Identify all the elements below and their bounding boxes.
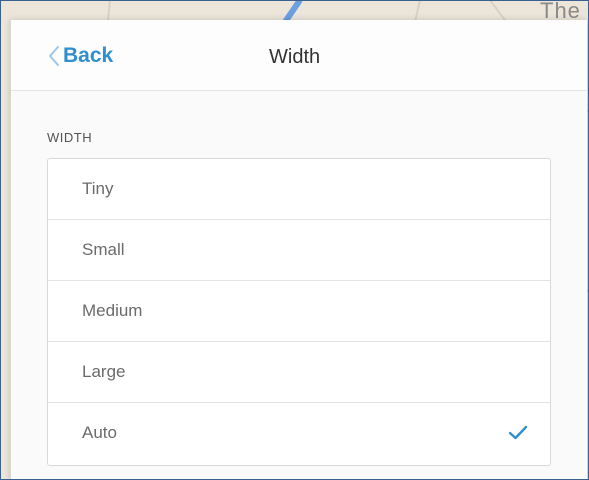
option-label: Small xyxy=(82,240,125,259)
chevron-left-icon xyxy=(49,46,59,66)
check-icon xyxy=(508,425,528,440)
option-medium[interactable]: Medium xyxy=(48,281,550,342)
option-large[interactable]: Large xyxy=(48,342,550,403)
width-option-list: Tiny Small Medium Large Auto xyxy=(47,158,551,466)
option-label: Auto xyxy=(82,423,117,442)
back-button-label: Back xyxy=(63,44,114,67)
panel-header: Back Width xyxy=(11,20,587,91)
option-label: Large xyxy=(82,362,126,381)
back-button[interactable]: Back xyxy=(47,44,113,68)
option-tiny[interactable]: Tiny xyxy=(48,159,550,220)
section-label: WIDTH xyxy=(47,130,93,145)
page-title: Width xyxy=(269,46,321,68)
option-label: Tiny xyxy=(82,179,114,198)
option-label: Medium xyxy=(82,301,143,320)
option-small[interactable]: Small xyxy=(48,220,550,281)
option-auto[interactable]: Auto xyxy=(48,403,550,465)
width-settings-panel: Back Width WIDTH Tiny Small Medium Large… xyxy=(10,20,587,480)
